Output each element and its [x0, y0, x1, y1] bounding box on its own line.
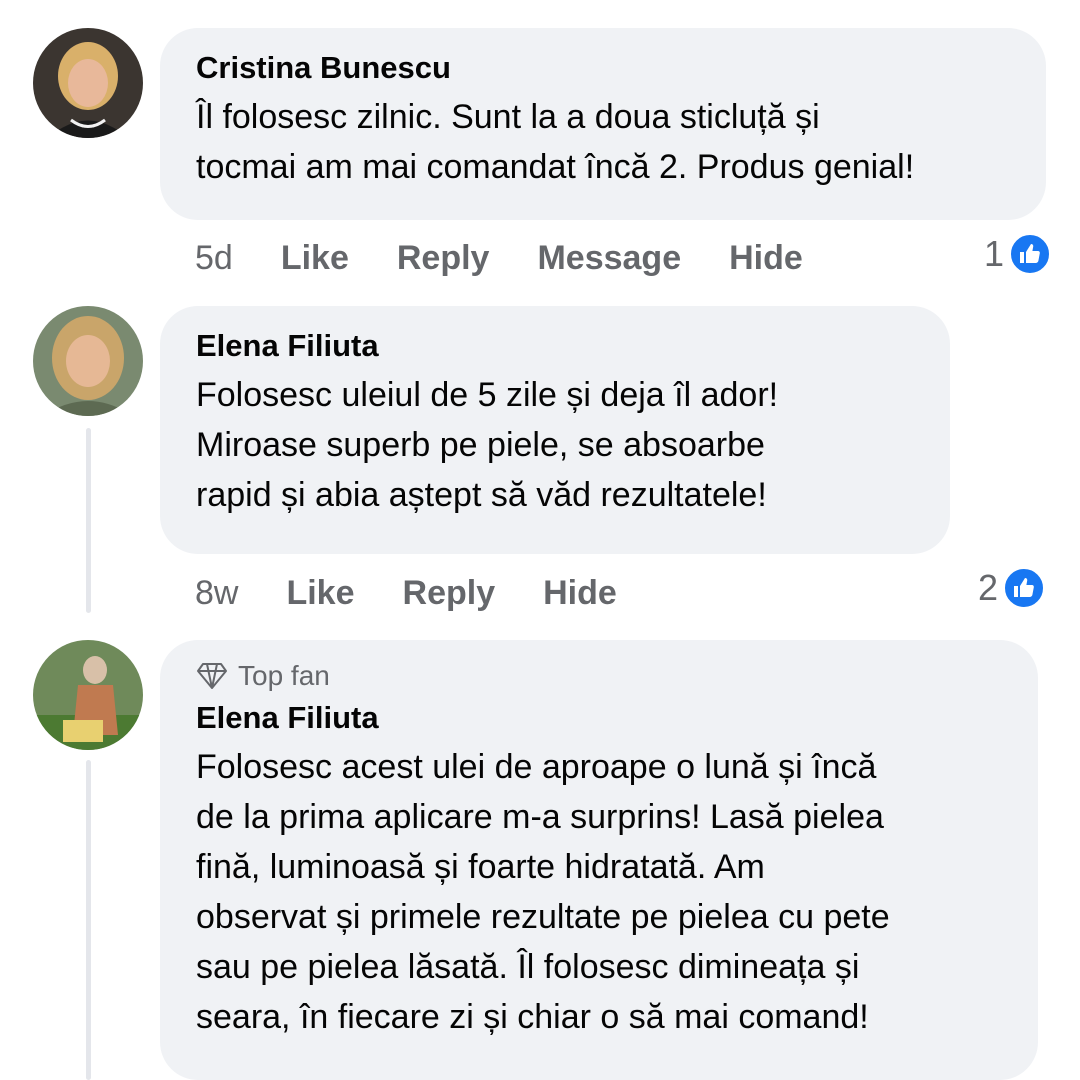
comment-author[interactable]: Cristina Bunescu — [196, 48, 1010, 88]
diamond-icon — [197, 663, 227, 689]
comment-line: fină, luminoasă și foarte hidratată. Am — [196, 848, 765, 886]
comment-timestamp[interactable]: 8w — [195, 574, 238, 613]
thread-line-2 — [86, 760, 91, 1080]
reaction-count: 1 — [984, 233, 1005, 274]
comment-text: Folosesc uleiul de 5 zile și deja îl ado… — [196, 370, 914, 520]
comment-line: de la prima aplicare m-a surprins! Lasă … — [196, 798, 884, 836]
comment-bubble-3: Top fan Elena Filiuta Folosesc acest ule… — [160, 640, 1038, 1080]
comment-actions-2: 8w Like Reply Hide — [195, 573, 665, 613]
comment-text: Folosesc acest ulei de aproape o lună și… — [196, 742, 1002, 1042]
comment-line: rapid și abia aștept să văd rezultatele! — [196, 476, 767, 514]
avatar-elena-topfan[interactable] — [33, 640, 143, 750]
avatar-elena[interactable] — [33, 306, 143, 416]
thumbs-up-icon — [1002, 566, 1047, 610]
thread-line-1 — [86, 428, 91, 613]
reply-button[interactable]: Reply — [403, 574, 496, 613]
comment-line: Miroase superb pe piele, se absoarbe — [196, 426, 765, 464]
comment-actions-1: 5d Like Reply Message Hide — [195, 238, 851, 278]
comment-author[interactable]: Elena Filiuta — [196, 698, 1002, 738]
comment-line: sau pe pielea lăsată. Îl folosesc dimine… — [196, 948, 860, 986]
reply-button[interactable]: Reply — [397, 239, 490, 278]
comment-line: Folosesc uleiul de 5 zile și deja îl ado… — [196, 376, 779, 414]
message-button[interactable]: Message — [537, 239, 681, 278]
like-button[interactable]: Like — [281, 239, 349, 278]
comment-line: seara, în fiecare zi și chiar o să mai c… — [196, 998, 869, 1036]
comment-line: tocmai am mai comandat încă 2. Produs ge… — [196, 148, 915, 186]
reaction-count: 2 — [978, 567, 999, 608]
reaction-summary-1[interactable]: 1 — [984, 232, 1053, 276]
like-button[interactable]: Like — [286, 574, 354, 613]
comment-bubble-2: Elena Filiuta Folosesc uleiul de 5 zile … — [160, 306, 950, 554]
comment-line: observat și primele rezultate pe pielea … — [196, 898, 890, 936]
hide-button[interactable]: Hide — [543, 574, 617, 613]
thumbs-up-icon — [1008, 232, 1053, 276]
avatar-cristina[interactable] — [33, 28, 143, 138]
comment-author[interactable]: Elena Filiuta — [196, 326, 914, 366]
comment-text: Îl folosesc zilnic. Sunt la a doua sticl… — [196, 92, 1010, 192]
comment-line: Folosesc acest ulei de aproape o lună și… — [196, 748, 877, 786]
comment-line: Îl folosesc zilnic. Sunt la a doua sticl… — [196, 98, 820, 136]
top-fan-badge: Top fan — [196, 660, 1002, 692]
comment-bubble-1: Cristina Bunescu Îl folosesc zilnic. Sun… — [160, 28, 1046, 220]
badge-label: Top fan — [238, 660, 330, 691]
comment-timestamp[interactable]: 5d — [195, 239, 233, 278]
reaction-summary-2[interactable]: 2 — [978, 566, 1047, 610]
hide-button[interactable]: Hide — [729, 239, 803, 278]
